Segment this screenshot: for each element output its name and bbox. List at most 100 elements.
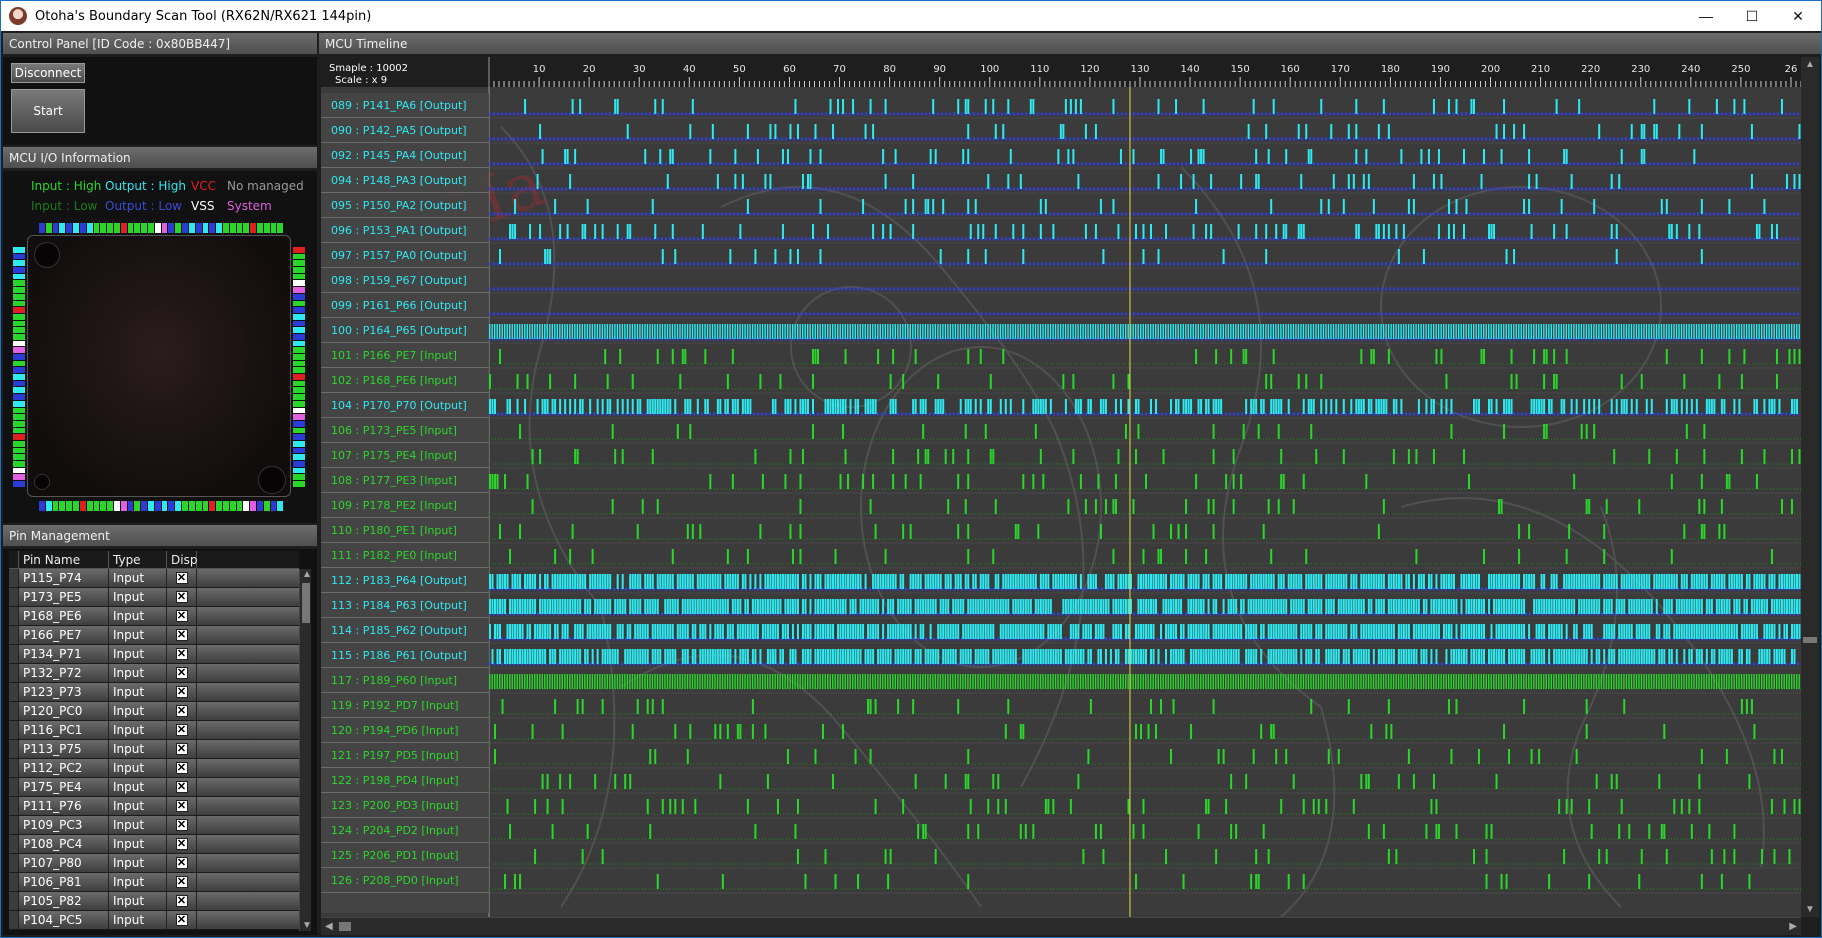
chip-pin[interactable] (209, 501, 216, 511)
scroll-up-icon[interactable]: ▲ (302, 569, 312, 580)
chip-pin[interactable] (293, 333, 305, 340)
chip-pin[interactable] (13, 447, 25, 454)
chip-pin[interactable] (86, 223, 93, 233)
chip-pin[interactable] (293, 293, 305, 300)
row-selector[interactable] (9, 702, 19, 720)
pin-type-cell[interactable]: Input (109, 683, 167, 701)
table-row[interactable]: P132_P72 Input ✕ (9, 664, 299, 683)
pin-type-cell[interactable]: Input (109, 588, 167, 606)
column-header-type[interactable]: Type (109, 551, 167, 568)
chip-pin[interactable] (39, 223, 45, 233)
chip-pin[interactable] (293, 287, 305, 293)
scroll-up-icon[interactable]: ▲ (1805, 59, 1815, 70)
chip-pin[interactable] (13, 434, 25, 440)
scrollbar-thumb[interactable] (1803, 637, 1817, 643)
signal-label[interactable]: 097 : P157_PA0 [Output] (321, 243, 489, 268)
chip-pin[interactable] (293, 427, 305, 434)
row-selector[interactable] (9, 588, 19, 606)
column-header-disp[interactable]: Disp (167, 551, 197, 568)
display-checkbox[interactable]: ✕ (175, 591, 188, 603)
row-selector[interactable] (9, 569, 19, 587)
chip-pin[interactable] (236, 501, 243, 511)
chip-pin[interactable] (216, 501, 222, 511)
pin-type-cell[interactable]: Input (109, 778, 167, 796)
signal-label[interactable]: 111 : P182_PE0 [Input] (321, 543, 489, 568)
signal-label[interactable]: 125 : P206_PD1 [Input] (321, 843, 489, 868)
chip-pin[interactable] (13, 320, 25, 327)
chip-pin[interactable] (13, 300, 25, 307)
chip-pin[interactable] (293, 347, 305, 353)
chip-pin[interactable] (293, 374, 305, 380)
scroll-down-icon[interactable]: ▼ (1805, 904, 1815, 915)
row-selector[interactable] (9, 607, 19, 625)
chip-pin[interactable] (293, 313, 305, 320)
display-checkbox[interactable]: ✕ (175, 895, 188, 907)
chip-pin[interactable] (229, 501, 236, 511)
chip-pin[interactable] (107, 223, 113, 233)
scroll-left-icon[interactable]: ◀ (325, 921, 333, 932)
chip-pin[interactable] (175, 223, 182, 233)
timeline-vertical-scrollbar[interactable]: ▲ ▼ (1801, 57, 1819, 917)
chip-pin[interactable] (293, 327, 305, 333)
chip-pin[interactable] (13, 307, 25, 313)
chip-pin[interactable] (148, 501, 154, 511)
chip-pin[interactable] (13, 354, 25, 360)
signal-label[interactable]: 094 : P148_PA3 [Output] (321, 168, 489, 193)
chip-pin[interactable] (293, 387, 305, 394)
chip-pin[interactable] (13, 394, 25, 400)
chip-pin[interactable] (257, 223, 263, 233)
chip-pin[interactable] (13, 467, 25, 474)
chip-pin[interactable] (13, 420, 25, 427)
table-row[interactable]: P115_P74 Input ✕ (9, 569, 299, 588)
signal-label[interactable]: 120 : P194_PD6 [Input] (321, 718, 489, 743)
chip-pin[interactable] (257, 501, 263, 511)
signal-label[interactable]: 090 : P142_PA5 [Output] (321, 118, 489, 143)
row-selector[interactable] (9, 835, 19, 853)
pin-type-cell[interactable]: Input (109, 892, 167, 910)
chip-pin[interactable] (188, 223, 195, 233)
start-button[interactable]: Start (11, 89, 85, 133)
chip-pin[interactable] (52, 501, 59, 511)
chip-pin[interactable] (107, 501, 113, 511)
chip-pin[interactable] (13, 461, 25, 467)
row-selector[interactable] (9, 778, 19, 796)
disconnect-button[interactable]: Disconnect (11, 63, 85, 83)
row-selector[interactable] (9, 892, 19, 910)
table-row[interactable]: P109_PC3 Input ✕ (9, 816, 299, 835)
display-checkbox[interactable]: ✕ (175, 724, 188, 736)
chip-pin[interactable] (134, 223, 141, 233)
chip-pin[interactable] (293, 414, 305, 420)
chip-pin[interactable] (243, 501, 250, 511)
pin-type-cell[interactable]: Input (109, 569, 167, 587)
chip-pin[interactable] (293, 474, 305, 481)
chip-pin[interactable] (13, 407, 25, 414)
scroll-right-icon[interactable]: ▶ (1789, 921, 1797, 932)
chip-pin[interactable] (13, 360, 25, 367)
chip-pin[interactable] (52, 223, 59, 233)
display-checkbox[interactable]: ✕ (175, 781, 188, 793)
signal-label[interactable]: 109 : P178_PE2 [Input] (321, 493, 489, 518)
chip-pin[interactable] (79, 223, 86, 233)
chip-pin[interactable] (93, 223, 100, 233)
chip-pin[interactable] (175, 501, 182, 511)
chip-pin[interactable] (13, 481, 25, 487)
pin-type-cell[interactable]: Input (109, 645, 167, 663)
display-checkbox[interactable]: ✕ (175, 610, 188, 622)
chip-pin[interactable] (13, 440, 25, 447)
signal-label[interactable]: 123 : P200_PD3 [Input] (321, 793, 489, 818)
signal-label[interactable]: 102 : P168_PE6 [Input] (321, 368, 489, 393)
chip-pin[interactable] (293, 273, 305, 280)
chip-pin[interactable] (293, 354, 305, 360)
chip-pin[interactable] (45, 501, 52, 511)
scrollbar-thumb[interactable] (302, 583, 310, 623)
chip-pin[interactable] (293, 280, 305, 287)
chip-pin[interactable] (13, 327, 25, 333)
chip-pin[interactable] (127, 501, 134, 511)
signal-label[interactable]: 096 : P153_PA1 [Output] (321, 218, 489, 243)
chip-pin[interactable] (182, 223, 188, 233)
pin-type-cell[interactable]: Input (109, 816, 167, 834)
row-selector[interactable] (9, 873, 19, 891)
signal-label[interactable]: 114 : P185_P62 [Output] (321, 618, 489, 643)
chip-pin[interactable] (13, 280, 25, 287)
display-checkbox[interactable]: ✕ (175, 819, 188, 831)
